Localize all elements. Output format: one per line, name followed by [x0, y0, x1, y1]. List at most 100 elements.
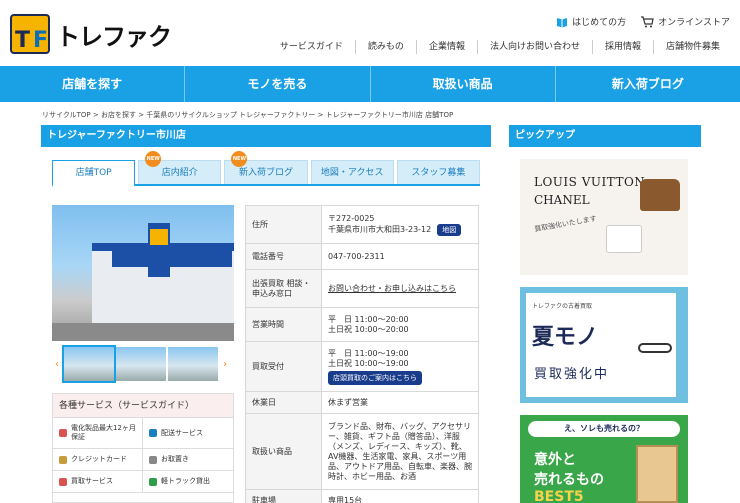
- beginner-guide-label: はじめての方: [572, 18, 627, 28]
- store-sign: [112, 249, 232, 267]
- store-photo[interactable]: [52, 205, 234, 341]
- banner-line1: 意外と: [534, 452, 576, 468]
- items-value: ブランド品、財布、バッグ、アクセサリー、雑貨、ギフト品（贈答品）、洋服（メンズ、…: [321, 413, 479, 490]
- online-store-link[interactable]: オンラインストア: [640, 15, 730, 28]
- sunglasses-image: [638, 343, 672, 353]
- subnav-company[interactable]: 企業情報: [415, 40, 477, 54]
- buy-weekday: 平 日 11:00～19:00: [328, 348, 409, 358]
- service-label: 配送サービス: [161, 428, 203, 437]
- tab-label: 店舗TOP: [75, 168, 112, 178]
- tab-staff-recruit[interactable]: スタッフ募集: [396, 160, 481, 184]
- map-button[interactable]: 地図: [437, 223, 462, 236]
- service-delivery[interactable]: 配送サービス: [143, 418, 233, 449]
- dispatch-link[interactable]: お問い合わせ・お申し込みはこちら: [328, 284, 456, 293]
- service-label: 電化製品最大12ヶ月保証: [71, 424, 136, 441]
- truck-icon: [149, 429, 157, 437]
- new-badge: NEW: [145, 151, 162, 167]
- chain-bag-image: [606, 225, 642, 253]
- new-badge: NEW: [231, 151, 248, 167]
- truck-icon: [149, 477, 157, 486]
- next-arrow-icon[interactable]: ›: [220, 359, 230, 370]
- tab-store-interior[interactable]: NEW 店内紹介: [138, 151, 222, 184]
- shelf-image: [636, 445, 678, 503]
- heart-icon: [59, 429, 67, 437]
- nav-products[interactable]: 取扱い商品: [369, 66, 555, 102]
- store-title: トレジャーファクトリー市川店: [41, 125, 491, 147]
- services-box: 各種サービス（サービスガイド） 電化製品最大12ヶ月保証 配送サービス クレジッ…: [52, 393, 234, 503]
- address-text: 千葉県市川市大和田3-23-12: [328, 224, 432, 234]
- service-truck-rental[interactable]: 軽トラック貸出: [143, 471, 233, 493]
- sub-navigation: サービスガイド 読みもの 企業情報 法人向けお問い合わせ 採用情報 店舗物件募集: [268, 40, 732, 54]
- banner-summer-small: トレファクの古着買取: [532, 303, 593, 310]
- subnav-property[interactable]: 店舗物件募集: [652, 40, 732, 54]
- utility-links: はじめての方 オンラインストア: [556, 15, 730, 28]
- hours-label: 営業時間: [245, 307, 322, 342]
- thumbnail[interactable]: [116, 347, 166, 381]
- pickup-title: ピックアップ: [509, 125, 701, 147]
- buy-guide-button[interactable]: 店頭買取のご案内はこちら: [328, 370, 422, 385]
- service-buyback[interactable]: 買取サービス: [53, 471, 143, 493]
- logo-mark: TF: [10, 14, 50, 54]
- thumbnail[interactable]: [62, 345, 116, 383]
- service-label: 買取サービス: [71, 477, 113, 485]
- banner-brand-line1: LOUIS VUITTON: [534, 175, 646, 189]
- prev-arrow-icon[interactable]: ‹: [52, 359, 62, 370]
- beginner-guide-link[interactable]: はじめての方: [556, 15, 626, 28]
- store-info-table: 住所 〒272-0025 千葉県市川市大和田3-23-12 地図 電話番号 047…: [245, 205, 479, 503]
- thumbnail[interactable]: [168, 347, 218, 381]
- items-label: 取扱い商品: [245, 413, 322, 490]
- services-title[interactable]: 各種サービス（サービスガイド）: [53, 394, 233, 418]
- service-hold[interactable]: お取置き: [143, 449, 233, 471]
- banner-brand-buyback[interactable]: LOUIS VUITTON CHANEL 買取強化いたします: [520, 159, 688, 275]
- subnav-corporate-contact[interactable]: 法人向けお問い合わせ: [476, 40, 592, 54]
- breadcrumb[interactable]: リサイクルTOP > お店を探す > 千葉県のリサイクルショップ トレジャーファ…: [42, 110, 453, 120]
- tab-new-arrival-blog[interactable]: NEW 新入荷ブログ: [224, 151, 308, 184]
- postal-code: 〒272-0025: [328, 213, 375, 223]
- service-credit-card[interactable]: クレジットカード: [53, 449, 143, 471]
- tower-logo: [150, 229, 168, 245]
- address-label: 住所: [245, 205, 322, 244]
- nav-new-arrival-blog[interactable]: 新入荷ブログ: [554, 66, 740, 102]
- subnav-articles[interactable]: 読みもの: [354, 40, 416, 54]
- phone-label: 電話番号: [245, 243, 322, 270]
- site-logo[interactable]: TF トレファク: [10, 14, 172, 54]
- tab-map-access[interactable]: 地図・アクセス: [310, 160, 394, 184]
- service-warranty[interactable]: 電化製品最大12ヶ月保証: [53, 418, 143, 449]
- banner-summer-sub: 買取強化中: [534, 367, 610, 382]
- subnav-service-guide[interactable]: サービスガイド: [268, 40, 355, 54]
- tab-label: 新入荷ブログ: [239, 168, 294, 178]
- banner-question: え、ソレも売れるの？: [528, 421, 680, 437]
- store-tabs: 店舗TOP NEW 店内紹介 NEW 新入荷ブログ 地図・アクセス スタッフ募集: [52, 151, 481, 187]
- banner-summer-clothes[interactable]: トレファクの古着買取 夏モノ 買取強化中: [520, 287, 688, 403]
- nav-find-store[interactable]: 店舗を探す: [0, 66, 184, 102]
- hours-weekday: 平 日 11:00～20:00: [328, 314, 409, 324]
- road: [52, 323, 234, 341]
- tab-label: スタッフ募集: [411, 168, 466, 178]
- nav-sell[interactable]: モノを売る: [184, 66, 369, 102]
- parking-value: 専用15台: [321, 489, 479, 503]
- parking-label: 駐車場: [245, 489, 322, 503]
- subnav-recruit[interactable]: 採用情報: [591, 40, 653, 54]
- holiday-value: 休まず営業: [321, 391, 479, 414]
- buy-weekend: 土日祝 10:00～19:00: [328, 358, 409, 368]
- tag-icon: [149, 455, 157, 464]
- yen-icon: [59, 477, 67, 486]
- holiday-label: 休業日: [245, 391, 322, 414]
- handbag-image: [640, 179, 680, 211]
- photo-thumbnails: ‹ ›: [52, 345, 234, 383]
- service-label: 軽トラック貸出: [161, 477, 210, 485]
- service-label: クレジットカード: [71, 455, 127, 463]
- banner-unexpected-items[interactable]: え、ソレも売れるの？ 意外と 売れるもの BEST5: [520, 415, 688, 503]
- banner-summer-big: 夏モノ: [532, 324, 599, 350]
- banner-line2: 売れるもの: [534, 472, 604, 488]
- tab-store-top[interactable]: 店舗TOP: [52, 160, 136, 187]
- buy-label: 買取受付: [245, 341, 322, 392]
- dispatch-label: 出張買取 相談・申込み窓口: [245, 269, 322, 308]
- logo-text: トレファク: [56, 22, 172, 51]
- online-store-label: オンラインストア: [658, 18, 730, 28]
- book-icon: [557, 17, 568, 27]
- phone-number[interactable]: 047-700-2311: [321, 243, 479, 270]
- banner-line3: BEST5: [534, 489, 584, 503]
- services-grid: 電化製品最大12ヶ月保証 配送サービス クレジットカード お取置き 買取サービス…: [53, 418, 233, 493]
- hours-weekend: 土日祝 10:00～20:00: [328, 324, 409, 334]
